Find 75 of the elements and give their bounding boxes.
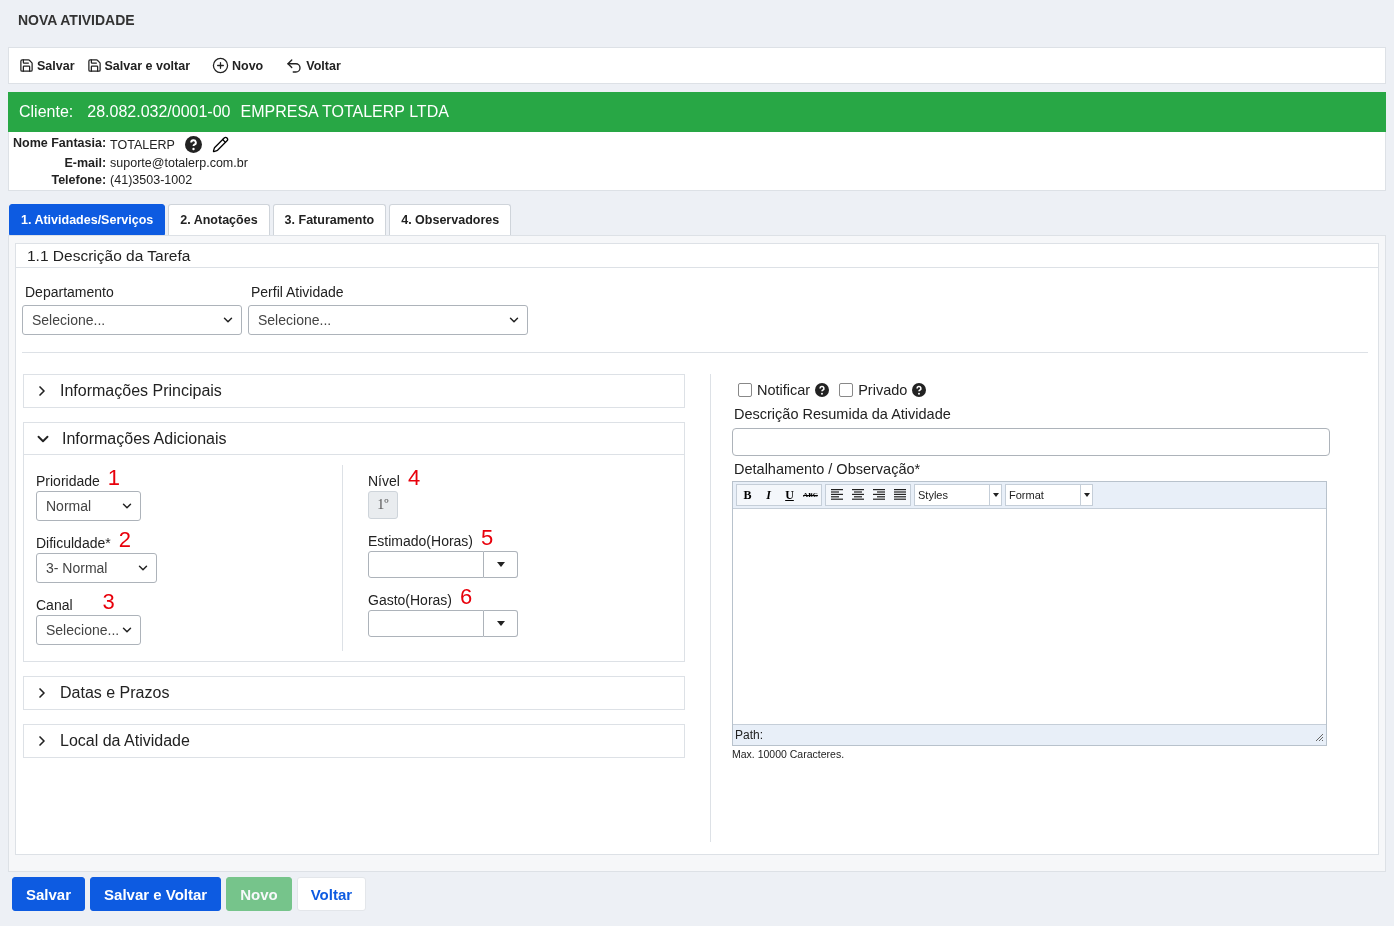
field-label: Detalhamento / Observação*	[733, 461, 922, 477]
select-field[interactable]: Selecione...	[22, 305, 242, 335]
editor-select[interactable]: Styles	[914, 484, 1002, 506]
checkbox-label: Privado	[858, 382, 908, 398]
field-label: Canal	[36, 597, 73, 613]
detail-value: suporte@totalerp.com.br	[110, 156, 248, 170]
character-limit-hint: Max. 10000 Caracteres.	[732, 748, 846, 760]
dropdown-button[interactable]	[484, 610, 518, 637]
action-button[interactable]: Voltar	[296, 877, 367, 911]
tab[interactable]: 2. Anotações	[168, 204, 270, 235]
annotation-number: 1	[107, 467, 121, 489]
annotation-number: 5	[481, 527, 494, 549]
input-field[interactable]	[732, 428, 1330, 456]
input-field[interactable]	[368, 610, 484, 637]
edit-button[interactable]	[211, 136, 229, 153]
field-label: Dificuldade*	[36, 535, 111, 551]
client-document: 28.082.032/0001-00	[87, 103, 231, 121]
field-label: Gasto(Horas)	[368, 592, 453, 608]
field-label: Departamento	[24, 284, 115, 300]
path-label: Path:	[735, 728, 764, 742]
caret-down-icon	[992, 493, 999, 497]
annotation-number: 3	[102, 591, 115, 613]
back-arrow-icon	[285, 56, 304, 75]
resize-handle-icon[interactable]	[1315, 733, 1324, 742]
detail-label: E-mail:	[63, 156, 107, 170]
help-icon[interactable]	[815, 383, 830, 397]
caret-down-icon	[496, 621, 505, 626]
checkbox[interactable]	[738, 383, 752, 397]
toolbar-button[interactable]: Novo	[212, 57, 264, 74]
detail-label: Nome Fantasia:	[13, 136, 107, 152]
checkbox-label: Notificar	[757, 382, 811, 398]
editor-select[interactable]: Format	[1005, 484, 1093, 506]
detail-value: (41)3503-1002	[110, 173, 193, 187]
select-field[interactable]: Normal	[36, 491, 141, 521]
tab[interactable]: 3. Faturamento	[272, 204, 387, 235]
field-label: Nível	[368, 473, 400, 489]
toolbar-button[interactable]: Voltar	[285, 56, 341, 75]
annotation-number: 4	[407, 467, 421, 489]
input-field[interactable]	[368, 551, 484, 578]
align-justify-icon	[892, 489, 907, 501]
client-name: EMPRESA TOTALERP LTDA	[240, 103, 449, 121]
toolbar-button[interactable]: Salvar e voltar	[86, 58, 190, 73]
select-field[interactable]: 3- Normal	[36, 553, 157, 583]
detail-label: Telefone:	[50, 173, 107, 187]
annotation-number: 2	[118, 529, 131, 551]
select-field[interactable]: Selecione...	[36, 615, 141, 645]
format-button[interactable]: B	[737, 485, 758, 505]
checkbox[interactable]	[839, 383, 854, 397]
field-label: Estimado(Horas)	[368, 533, 474, 549]
level-badge: 1º	[368, 491, 398, 519]
action-button[interactable]: Salvar e Voltar	[90, 877, 222, 911]
format-button[interactable]: U	[779, 485, 800, 505]
client-label: Cliente:	[19, 103, 74, 121]
field-label: Perfil Atividade	[250, 284, 345, 300]
plus-circle-icon	[212, 57, 229, 74]
field-label: Descrição Resumida da Atividade	[733, 406, 952, 422]
detail-value: TOTALERP	[110, 137, 175, 152]
format-button[interactable]: I	[758, 485, 779, 505]
align-left-icon	[829, 489, 844, 501]
caret-down-icon	[1083, 493, 1090, 497]
select-field[interactable]: Selecione...	[248, 305, 528, 335]
action-button[interactable]: Salvar	[12, 877, 86, 911]
caret-down-icon	[496, 562, 505, 567]
tab[interactable]: 4. Observadores	[389, 204, 512, 235]
page-title: NOVA ATIVIDADE	[18, 12, 135, 28]
toolbar-button[interactable]: Salvar	[19, 58, 75, 73]
help-button[interactable]	[184, 136, 202, 153]
align-right-icon	[871, 489, 886, 501]
annotation-number: 6	[460, 586, 473, 608]
align-center-icon	[850, 489, 865, 501]
field-label: Prioridade	[36, 473, 100, 489]
help-icon[interactable]	[912, 383, 927, 397]
section-title: 1.1 Descrição da Tarefa	[27, 247, 191, 264]
dropdown-button[interactable]	[484, 551, 518, 578]
tab[interactable]: 1. Atividades/Serviços	[9, 204, 166, 235]
